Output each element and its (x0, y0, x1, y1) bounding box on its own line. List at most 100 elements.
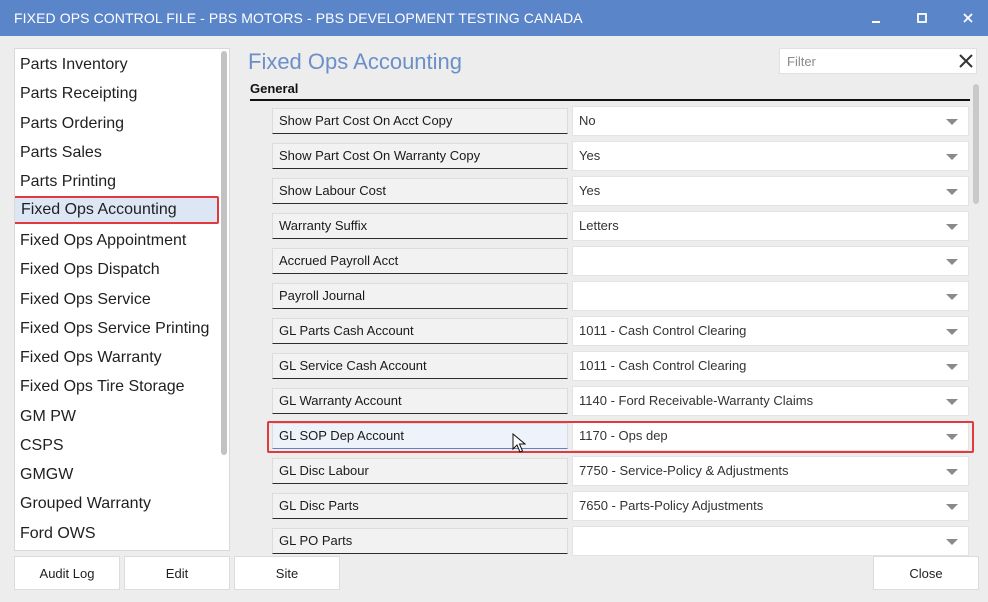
sidebar-item-parts-sales[interactable]: Parts Sales (19, 139, 219, 167)
chevron-down-icon (946, 329, 958, 335)
field-label: GL PO Parts (272, 528, 568, 554)
chevron-down-icon (946, 469, 958, 475)
sidebar-item-gmgw[interactable]: GMGW (19, 461, 219, 489)
close-button[interactable]: Close (873, 556, 979, 590)
field-value-text: 1170 - Ops dep (579, 428, 668, 443)
field-row-gl-sop-dep-account: GL SOP Dep Account 1170 - Ops dep (272, 421, 969, 451)
sidebar-item-fixed-ops-dispatch[interactable]: Fixed Ops Dispatch (19, 256, 219, 284)
field-row-show-part-cost-warranty-copy: Show Part Cost On Warranty Copy Yes (272, 141, 969, 171)
sidebar-item-parts-inventory[interactable]: Parts Inventory (19, 51, 219, 79)
chevron-down-icon (946, 364, 958, 370)
chevron-down-icon (946, 399, 958, 405)
sidebar-item-fixed-ops-warranty[interactable]: Fixed Ops Warranty (19, 344, 219, 372)
field-row-gl-disc-labour: GL Disc Labour 7750 - Service-Policy & A… (272, 456, 969, 486)
sidebar-item-parts-printing[interactable]: Parts Printing (19, 168, 219, 196)
field-label: GL Parts Cash Account (272, 318, 568, 344)
clear-filter-button[interactable] (955, 50, 977, 72)
maximize-icon (917, 13, 927, 23)
chevron-down-icon (946, 189, 958, 195)
window-title: FIXED OPS CONTROL FILE - PBS MOTORS - PB… (14, 10, 583, 26)
chevron-down-icon (946, 504, 958, 510)
field-row-gl-parts-cash-account: GL Parts Cash Account 1011 - Cash Contro… (272, 316, 969, 346)
field-value-text: 1140 - Ford Receivable-Warranty Claims (579, 393, 814, 408)
field-label: GL Warranty Account (272, 388, 568, 414)
filter-box[interactable] (779, 48, 977, 74)
field-value-text: 1011 - Cash Control Clearing (579, 323, 747, 338)
field-label: GL Disc Parts (272, 493, 568, 519)
sidebar-item-csps[interactable]: CSPS (19, 432, 219, 460)
field-value-text: 1011 - Cash Control Clearing (579, 358, 747, 373)
field-label: Show Labour Cost (272, 178, 568, 204)
field-row-show-labour-cost: Show Labour Cost Yes (272, 176, 969, 206)
sidebar-item-fixed-ops-tire-storage[interactable]: Fixed Ops Tire Storage (19, 373, 219, 401)
chevron-down-icon (946, 434, 958, 440)
sidebar-item-fixed-ops-service[interactable]: Fixed Ops Service (19, 286, 219, 314)
field-dropdown[interactable]: 1011 - Cash Control Clearing (572, 351, 969, 381)
field-value-text: No (579, 113, 596, 128)
title-bar: FIXED OPS CONTROL FILE - PBS MOTORS - PB… (0, 0, 988, 36)
main-panel: Fixed Ops Accounting General Show Part C… (230, 36, 988, 556)
field-value-text: Yes (579, 148, 601, 163)
field-label: GL Service Cash Account (272, 353, 568, 379)
chevron-down-icon (946, 224, 958, 230)
field-dropdown[interactable]: Yes (572, 176, 969, 206)
close-icon (959, 54, 973, 68)
sidebar-item-fixed-ops-appointment[interactable]: Fixed Ops Appointment (19, 227, 219, 255)
maximize-button[interactable] (908, 6, 936, 30)
field-dropdown[interactable]: 1011 - Cash Control Clearing (572, 316, 969, 346)
field-label: Show Part Cost On Warranty Copy (272, 143, 568, 169)
field-label: GL SOP Dep Account (272, 423, 568, 449)
minimize-icon (872, 21, 880, 23)
sidebar-nav: Parts Inventory Parts Receipting Parts O… (14, 48, 230, 551)
field-dropdown[interactable]: 7650 - Parts-Policy Adjustments (572, 491, 969, 521)
audit-log-button[interactable]: Audit Log (14, 556, 120, 590)
field-value-text: Yes (579, 183, 601, 198)
chevron-down-icon (946, 259, 958, 265)
field-dropdown[interactable] (572, 526, 969, 556)
chevron-down-icon (946, 294, 958, 300)
field-dropdown[interactable]: 7750 - Service-Policy & Adjustments (572, 456, 969, 486)
sidebar-scrollbar[interactable] (221, 51, 227, 455)
edit-button[interactable]: Edit (124, 556, 230, 590)
field-row-warranty-suffix: Warranty Suffix Letters (272, 211, 969, 241)
field-dropdown[interactable] (572, 246, 969, 276)
close-icon (963, 13, 973, 23)
sidebar-item-parts-ordering[interactable]: Parts Ordering (19, 110, 219, 138)
field-row-gl-service-cash-account: GL Service Cash Account 1011 - Cash Cont… (272, 351, 969, 381)
field-label: Warranty Suffix (272, 213, 568, 239)
field-row-payroll-journal: Payroll Journal (272, 281, 969, 311)
sidebar-item-grouped-warranty[interactable]: Grouped Warranty (19, 490, 219, 518)
field-row-show-part-cost-acct-copy: Show Part Cost On Acct Copy No (272, 106, 969, 136)
field-value-text: 7650 - Parts-Policy Adjustments (579, 498, 764, 513)
site-button[interactable]: Site (234, 556, 340, 590)
field-row-gl-disc-parts: GL Disc Parts 7650 - Parts-Policy Adjust… (272, 491, 969, 521)
field-dropdown[interactable]: 1140 - Ford Receivable-Warranty Claims (572, 386, 969, 416)
field-row-gl-po-parts: GL PO Parts (272, 526, 969, 556)
sidebar-item-ford-ows[interactable]: Ford OWS (19, 520, 219, 548)
chevron-down-icon (946, 539, 958, 545)
field-row-gl-warranty-account: GL Warranty Account 1140 - Ford Receivab… (272, 386, 969, 416)
field-value-text: Letters (579, 218, 619, 233)
sidebar-item-parts-receipting[interactable]: Parts Receipting (19, 80, 219, 108)
page-title: Fixed Ops Accounting (248, 49, 463, 74)
field-dropdown[interactable] (572, 281, 969, 311)
minimize-button[interactable] (862, 6, 890, 30)
field-value-text: 7750 - Service-Policy & Adjustments (579, 463, 789, 478)
sidebar-item-gm-pw[interactable]: GM PW (19, 403, 219, 431)
field-dropdown[interactable]: No (572, 106, 969, 136)
field-dropdown[interactable]: 1170 - Ops dep (572, 421, 969, 451)
field-dropdown[interactable]: Letters (572, 211, 969, 241)
chevron-down-icon (946, 154, 958, 160)
field-label: Accrued Payroll Acct (272, 248, 568, 274)
close-window-button[interactable] (954, 6, 982, 30)
field-dropdown[interactable]: Yes (572, 141, 969, 171)
main-scrollbar[interactable] (973, 84, 979, 204)
filter-input[interactable] (780, 49, 950, 73)
sidebar-item-fixed-ops-accounting[interactable]: Fixed Ops Accounting (15, 196, 219, 224)
section-header-general: General (250, 81, 970, 101)
sidebar-item-fixed-ops-service-printing[interactable]: Fixed Ops Service Printing (19, 315, 219, 343)
chevron-down-icon (946, 119, 958, 125)
field-label: Show Part Cost On Acct Copy (272, 108, 568, 134)
field-label: Payroll Journal (272, 283, 568, 309)
field-row-accrued-payroll-acct: Accrued Payroll Acct (272, 246, 969, 276)
